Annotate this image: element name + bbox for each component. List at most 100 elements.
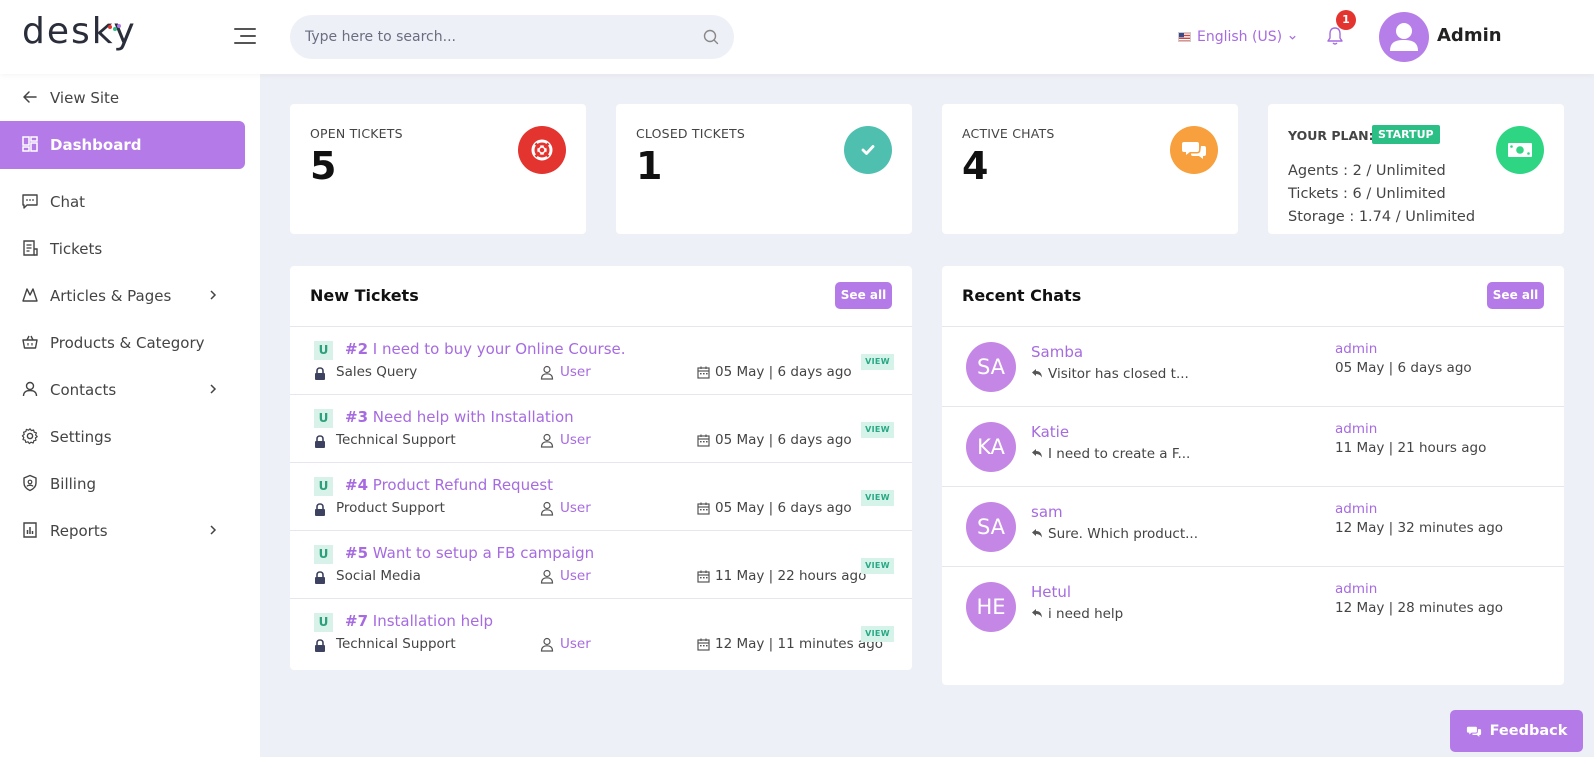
- sidebar-item-billing[interactable]: Billing: [0, 460, 245, 508]
- calendar-icon: [697, 638, 710, 651]
- avatar[interactable]: [1379, 12, 1429, 62]
- sidebar-item-contacts[interactable]: Contacts: [0, 366, 245, 414]
- ticket-date: 05 May | 6 days ago: [715, 432, 852, 448]
- sidebar-item-reports[interactable]: Reports: [0, 507, 245, 555]
- sidebar-item-view-site[interactable]: View Site: [0, 74, 245, 122]
- sidebar-item-label: Articles & Pages: [50, 287, 172, 305]
- chat-agent: admin: [1335, 341, 1378, 357]
- search-input[interactable]: [305, 15, 685, 59]
- chat-last-message: Visitor has closed t...: [1048, 366, 1189, 382]
- logo-dots: [108, 24, 121, 31]
- view-ticket-button[interactable]: VIEW: [861, 558, 894, 574]
- sidebar-item-label: Reports: [50, 522, 108, 540]
- chat-contact-link[interactable]: Katie: [1031, 423, 1069, 441]
- avatar[interactable]: SA: [966, 342, 1016, 392]
- lock-icon: [315, 435, 325, 448]
- avatar[interactable]: KA: [966, 422, 1016, 472]
- sidebar-item-settings[interactable]: Settings: [0, 413, 245, 461]
- plan-storage: Storage : 1.74 / Unlimited: [1288, 209, 1476, 225]
- calendar-icon: [697, 434, 710, 447]
- chat-time: 12 May | 32 minutes ago: [1335, 520, 1504, 536]
- chat-contact-link[interactable]: Hetul: [1031, 583, 1071, 601]
- table-row: U #3 Need help with Installation Technical…: [290, 395, 912, 463]
- ticket-user-link[interactable]: User: [560, 636, 591, 652]
- ticket-date: 12 May | 11 minutes ago: [715, 636, 884, 652]
- sidebar-item-articles[interactable]: Articles & Pages: [0, 272, 245, 320]
- ticket-user-badge: U: [314, 341, 333, 360]
- comments-icon: [1466, 726, 1481, 737]
- avatar[interactable]: SA: [966, 502, 1016, 552]
- chat-contact-link[interactable]: Samba: [1031, 343, 1083, 361]
- ticket-date: 05 May | 6 days ago: [715, 364, 852, 380]
- menu-toggle-icon[interactable]: [234, 26, 256, 46]
- check-icon: [844, 126, 892, 174]
- ticket-category: Social Media: [336, 568, 421, 584]
- sidebar-item-label: Contacts: [50, 381, 117, 399]
- see-all-button[interactable]: See all: [835, 282, 892, 309]
- ticket-user-badge: U: [314, 477, 333, 496]
- gear-icon: [21, 428, 38, 445]
- stat-value: 4: [962, 144, 989, 188]
- view-ticket-button[interactable]: VIEW: [861, 422, 894, 438]
- sidebar-item-chat[interactable]: Chat: [0, 178, 245, 226]
- view-ticket-button[interactable]: VIEW: [861, 490, 894, 506]
- ticket-user-link[interactable]: User: [560, 432, 591, 448]
- sidebar-item-dashboard[interactable]: Dashboard: [0, 121, 245, 169]
- chat-contact-link[interactable]: sam: [1031, 503, 1063, 521]
- stat-value: 5: [310, 144, 337, 188]
- ticket-title-link[interactable]: #3 Need help with Installation: [345, 408, 574, 426]
- view-ticket-button[interactable]: VIEW: [861, 626, 894, 642]
- ticket-user-link[interactable]: User: [560, 364, 591, 380]
- sidebar-item-label: Dashboard: [50, 136, 142, 154]
- see-all-button[interactable]: See all: [1487, 282, 1544, 309]
- table-row: U #2 I need to buy your Online Course. Sal…: [290, 327, 912, 395]
- feedback-label: Feedback: [1489, 723, 1568, 739]
- language-selector[interactable]: English (US): [1178, 27, 1297, 47]
- dashboard-icon: [22, 136, 38, 152]
- list-item: SA sam Sure. Which product... admin 12 May |…: [942, 487, 1564, 567]
- ticket-title-link[interactable]: #5 Want to setup a FB campaign: [345, 544, 594, 562]
- sidebar-item-label: Billing: [50, 475, 96, 493]
- lock-icon: [315, 571, 325, 584]
- user-icon: [540, 637, 554, 652]
- logo[interactable]: desky: [22, 11, 137, 52]
- table-row: U #5 Want to setup a FB campaign Social Me…: [290, 531, 912, 599]
- ticket-title-link[interactable]: #4 Product Refund Request: [345, 476, 553, 494]
- ticket-user-badge: U: [314, 545, 333, 564]
- search-bar: [290, 15, 734, 59]
- top-header: desky English (US): [0, 0, 1594, 74]
- ticket-title: Need help with Installation: [372, 408, 574, 426]
- chevron-down-icon: [1289, 35, 1296, 40]
- view-ticket-button[interactable]: VIEW: [861, 354, 894, 370]
- plan-agents: Agents : 2 / Unlimited: [1288, 163, 1446, 179]
- stat-value: 1: [636, 144, 663, 188]
- feedback-button[interactable]: Feedback: [1450, 710, 1583, 752]
- new-tickets-panel: New Tickets See all U #2 I need to buy yo…: [290, 266, 912, 670]
- sidebar-item-label: Tickets: [50, 240, 103, 258]
- avatar[interactable]: HE: [966, 582, 1016, 632]
- language-label: English (US): [1197, 29, 1283, 45]
- basket-icon: [22, 335, 38, 349]
- ticket-user-badge: U: [314, 613, 333, 632]
- calendar-icon: [697, 570, 710, 583]
- user-icon: [22, 381, 38, 397]
- sidebar-item-products[interactable]: Products & Category: [0, 319, 245, 367]
- stat-label: CLOSED TICKETS: [636, 126, 746, 141]
- open-tickets-card: OPEN TICKETS 5: [290, 104, 586, 234]
- ticket-number: #3: [345, 408, 369, 426]
- list-item: SA Samba Visitor has closed t... admin 05 Ma…: [942, 327, 1564, 407]
- sidebar-item-tickets[interactable]: Tickets: [0, 225, 245, 273]
- ticket-title-link[interactable]: #7 Installation help: [345, 612, 493, 630]
- reply-icon: [1032, 369, 1042, 378]
- ticket-user-link[interactable]: User: [560, 568, 591, 584]
- user-name[interactable]: Admin: [1437, 25, 1502, 46]
- sidebar-item-label: Chat: [50, 193, 86, 211]
- ticket-title-link[interactable]: #2 I need to buy your Online Course.: [345, 340, 626, 358]
- chat-icon: [22, 194, 38, 209]
- chat-last-message: Sure. Which product...: [1048, 526, 1198, 542]
- list-item: HE Hetul i need help admin 12 May | 28 minut…: [942, 567, 1564, 647]
- money-icon: [1496, 126, 1544, 174]
- table-row: U #7 Installation help Technical Support Us…: [290, 599, 912, 667]
- ticket-user-link[interactable]: User: [560, 500, 591, 516]
- search-icon[interactable]: [702, 28, 720, 46]
